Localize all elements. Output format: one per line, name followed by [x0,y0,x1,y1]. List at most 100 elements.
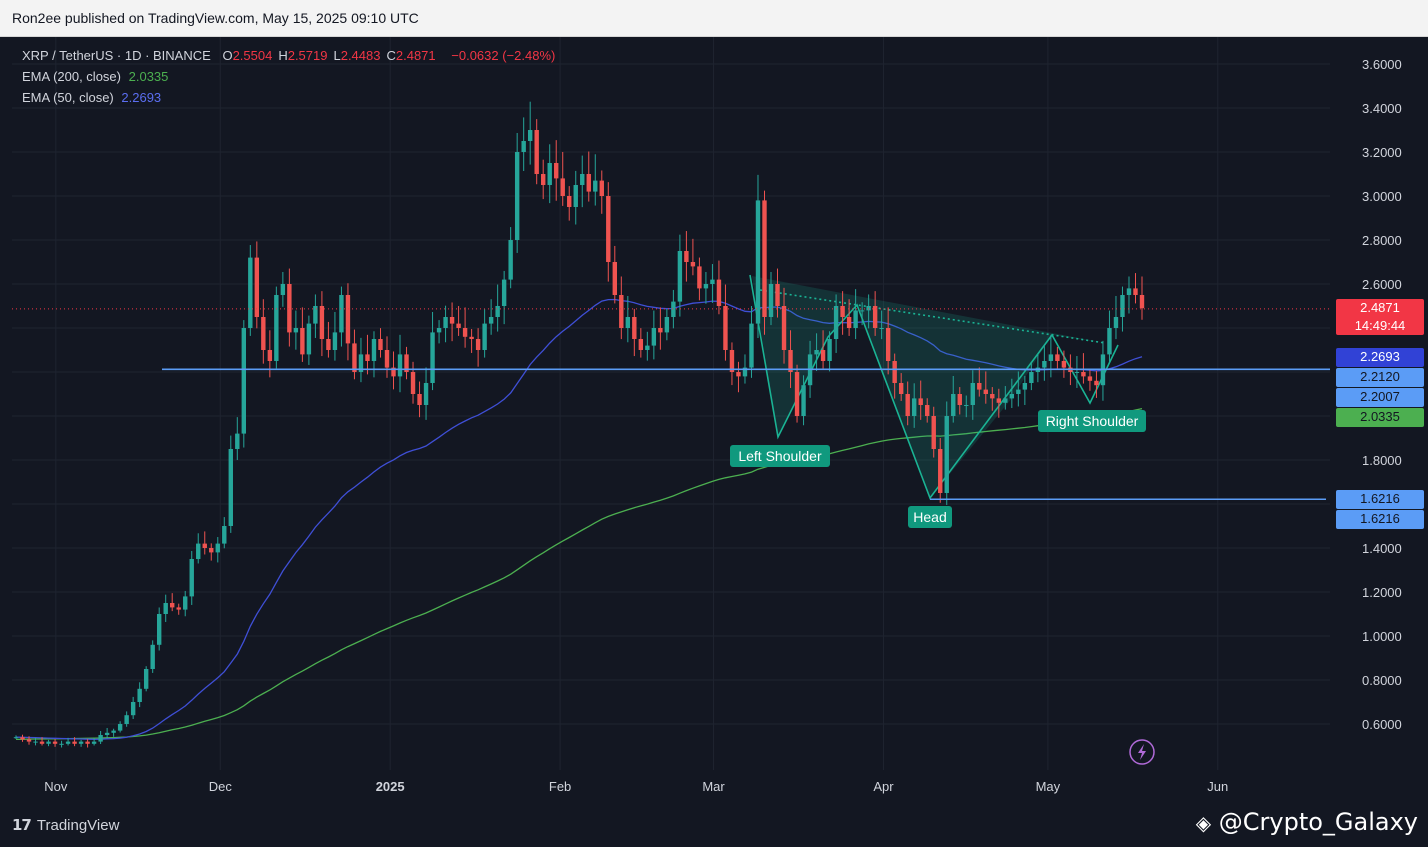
candle-body [287,284,292,333]
candle-body [72,741,77,744]
ema50-value: 2.2693 [121,90,162,105]
candle-body [52,741,58,744]
candle-body [710,279,715,284]
ema200-row[interactable]: EMA (200, close) 2.0335 [22,66,555,87]
candle-body [430,332,435,383]
candle-body [163,603,168,614]
candle-body [209,548,214,553]
candle-body [462,328,468,337]
y-tick-label: 1.2000 [1362,585,1402,600]
candle-body [222,526,227,544]
candle-body [951,394,956,416]
candle-body [801,385,806,416]
candle-body [938,449,943,493]
candle-body [417,394,422,405]
candle-body [1048,354,1054,361]
candle-body [482,323,487,350]
candle-body [332,332,338,350]
candle-body [1061,361,1067,368]
y-tick-label: 0.6000 [1362,717,1402,732]
candle-body [1022,383,1028,390]
candle-body [1081,372,1086,377]
candle-body [91,741,97,744]
candle-body [755,200,761,324]
y-tick-label: 3.4000 [1362,101,1402,116]
candle-body [300,328,305,355]
tradingview-logo[interactable]: 17 TradingView [12,816,119,834]
candle-body [436,328,442,333]
ema200-label: EMA (200, close) [22,69,121,84]
x-tick-label: Nov [44,779,68,794]
candle-body [254,257,260,317]
lightning-icon[interactable] [1138,744,1146,760]
candle-body [573,185,578,207]
candle-body [514,152,520,240]
candle-body [606,196,611,262]
candle-body [371,339,377,361]
candle-body [879,328,884,329]
candle-body [39,741,45,744]
candle-body [137,688,142,702]
candle-body [892,361,897,383]
candle-body [1016,389,1021,394]
candle-body [280,284,286,295]
candle-body [1126,288,1132,295]
x-tick-label: 2025 [376,779,405,794]
symbol-name[interactable]: XRP / TetherUS · 1D · BINANCE [22,48,211,63]
candle-body [716,279,722,306]
watermark: ◈ @Crypto_Galaxy [1196,808,1418,836]
price-tag-value: 2.2007 [1360,388,1400,404]
ohlc-c: C2.4871 [386,48,436,63]
price-tag-value: 2.0335 [1360,408,1400,424]
candle-body [541,174,546,185]
candle-body [117,724,123,731]
candle-body [866,306,871,311]
candle-body [996,398,1002,403]
ema200-value: 2.0335 [128,69,169,84]
candle-body [20,737,25,740]
candle-body [925,405,930,416]
candle-body [690,262,696,267]
candle-body [833,306,839,339]
candle-body [267,350,273,361]
candle-body [319,306,325,339]
candle-body [775,284,780,306]
candle-body [931,416,936,449]
x-tick-label: Mar [702,779,725,794]
candle-body [697,266,702,289]
y-tick-label: 3.2000 [1362,145,1402,160]
candle-body [33,741,38,743]
candle-body [78,741,84,744]
candle-body [293,328,299,333]
candle-body [593,180,598,192]
candle-body [1120,295,1125,317]
left-shoulder-label: Left Shoulder [738,448,822,464]
price-tag-value: 2.2693 [1360,348,1400,364]
candle-body [703,284,709,289]
candle-body [534,130,539,174]
candle-body [586,174,591,192]
countdown: 14:49:44 [1354,317,1406,333]
candle-body [1139,295,1145,309]
candle-body [443,317,448,328]
price-chart[interactable]: 0.60000.80001.00001.20001.40001.60001.80… [0,0,1428,810]
candle-body [983,389,988,394]
candle-body [521,141,526,152]
legend: XRP / TetherUS · 1D · BINANCE O2.5504 H2.… [22,45,555,108]
diamond-icon: ◈ [1195,811,1212,835]
candle-body [423,383,429,405]
candle-body [749,323,754,368]
candle-body [651,328,657,346]
candle-body [911,398,917,416]
candle-body [248,257,253,328]
candle-body [944,416,949,493]
candle-body [1074,372,1080,373]
x-tick-label: Jun [1207,779,1228,794]
candle-body [183,596,188,610]
candle-body [274,295,279,361]
candle-body [235,433,240,449]
candle-body [645,345,650,350]
ema50-row[interactable]: EMA (50, close) 2.2693 [22,87,555,108]
price-tag-value: 2.2120 [1360,368,1400,384]
candle-body [853,310,858,328]
